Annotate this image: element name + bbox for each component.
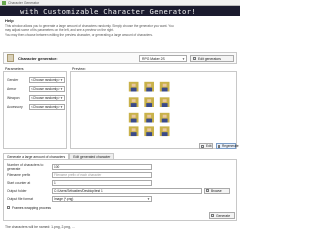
folder-input[interactable]: C:/Users/Sébastien/Desktop/test 1 <box>52 187 202 194</box>
browse-label: Browse <box>211 188 222 193</box>
browse-button[interactable]: Browse <box>204 187 230 194</box>
param-row-gender: Gender <Choose randomly> ▼ <box>7 76 67 83</box>
help-section: Help This window allows you to generate … <box>5 18 235 37</box>
count-value: 100 <box>54 164 60 169</box>
frames-label: Frames wrapping process <box>12 205 52 210</box>
folder-icon <box>206 189 209 192</box>
generator-label: Character generator: <box>18 55 58 61</box>
app-icon <box>2 0 6 5</box>
edit-icon <box>201 144 204 148</box>
chevron-down-icon: ▼ <box>147 196 150 201</box>
format-row: Output file format Image (*.png) ▼ <box>7 195 235 202</box>
generator-row: Character generator: RPG Maker 2S ▼ Edit… <box>3 52 237 64</box>
help-line: You may then choose between editing the … <box>5 33 153 37</box>
counter-label: Start counter at <box>7 180 31 185</box>
param-row-accessory: Accessory <Choose randomly> ▼ <box>7 103 67 110</box>
checkbox-icon <box>7 206 10 209</box>
prefix-row: Filename prefix Filename prefix of each … <box>7 171 235 178</box>
format-select[interactable]: Image (*.png) ▼ <box>52 195 152 202</box>
armor-select[interactable]: <Choose randomly> ▼ <box>29 85 65 92</box>
generate-form: Number of characters to generate 100 Fil… <box>3 159 237 221</box>
generator-selected-value: RPG Maker 2S <box>142 57 165 61</box>
param-label: Armor <box>7 86 17 91</box>
param-row-weapon: Weapon <Choose randomly> ▼ <box>7 94 67 101</box>
format-value: Image (*.png) <box>54 196 74 201</box>
frames-wrapping-checkbox[interactable]: Frames wrapping process <box>7 206 51 210</box>
armor-value: <Choose randomly> <box>31 86 60 91</box>
chevron-down-icon: ▼ <box>60 95 63 100</box>
accessory-select[interactable]: <Choose randomly> ▼ <box>29 103 65 110</box>
param-label: Accessory <box>7 104 23 109</box>
character-sprite-preview <box>128 81 170 137</box>
folder-row: Output folder C:/Users/Sébastien/Desktop… <box>7 187 235 194</box>
help-heading: Help <box>5 18 14 23</box>
weapon-select[interactable]: <Choose randomly> ▼ <box>29 94 65 101</box>
count-spinbox[interactable]: 100 <box>52 163 152 170</box>
banner: with Customizable Character Generator! <box>0 6 240 16</box>
help-line: may adjust some of its parameters on the… <box>5 28 114 32</box>
count-row: Number of characters to generate 100 <box>7 162 235 171</box>
count-label: Number of characters to generate <box>7 162 44 171</box>
accessory-value: <Choose randomly> <box>31 104 60 109</box>
status-text: The characters will be named: 1.png, 2.p… <box>5 225 75 229</box>
param-label: Gender <box>7 77 19 82</box>
generate-icon <box>211 214 214 217</box>
character-icon <box>7 54 14 62</box>
regenerate-label: Regenerate <box>222 144 239 148</box>
folder-label: Output folder <box>7 188 27 193</box>
generator-select[interactable]: RPG Maker 2S ▼ <box>139 55 187 62</box>
prefix-placeholder: Filename prefix of each character <box>54 172 102 177</box>
preview-edit-button[interactable]: Edit <box>199 143 213 149</box>
generate-label: Generate <box>216 213 231 218</box>
frames-row: Frames wrapping process <box>7 204 235 211</box>
prefix-label: Filename prefix <box>7 172 31 177</box>
chevron-down-icon: ▼ <box>60 77 63 82</box>
param-label: Weapon <box>7 95 20 100</box>
param-row-armor: Armor <Choose randomly> ▼ <box>7 85 67 92</box>
parameters-panel: Gender <Choose randomly> ▼ Armor <Choose… <box>3 71 67 149</box>
regenerate-button[interactable]: Regenerate <box>216 143 239 149</box>
refresh-icon <box>218 144 220 148</box>
banner-text: with Customizable Character Generator! <box>20 6 196 16</box>
gender-value: <Choose randomly> <box>31 77 60 82</box>
preview-panel: Edit Regenerate <box>70 71 239 149</box>
folder-value: C:/Users/Sébastien/Desktop/test 1 <box>54 188 103 193</box>
chevron-down-icon: ▼ <box>182 57 185 61</box>
counter-spinbox[interactable]: 1 <box>52 179 152 186</box>
chevron-down-icon: ▼ <box>60 104 63 109</box>
counter-value: 1 <box>54 180 56 185</box>
edit-generators-button[interactable]: Edit generators <box>190 55 234 62</box>
counter-row: Start counter at 1 <box>7 179 235 186</box>
chevron-down-icon: ▼ <box>60 86 63 91</box>
generate-button[interactable]: Generate <box>209 212 235 219</box>
weapon-value: <Choose randomly> <box>31 95 60 100</box>
preview-edit-label: Edit <box>206 144 212 148</box>
edit-icon <box>193 57 196 60</box>
window-title: Character Generator <box>8 0 40 5</box>
edit-generators-label: Edit generators <box>198 56 221 61</box>
gender-select[interactable]: <Choose randomly> ▼ <box>29 76 65 83</box>
prefix-input[interactable]: Filename prefix of each character <box>52 171 152 178</box>
format-label: Output file format <box>7 196 34 201</box>
